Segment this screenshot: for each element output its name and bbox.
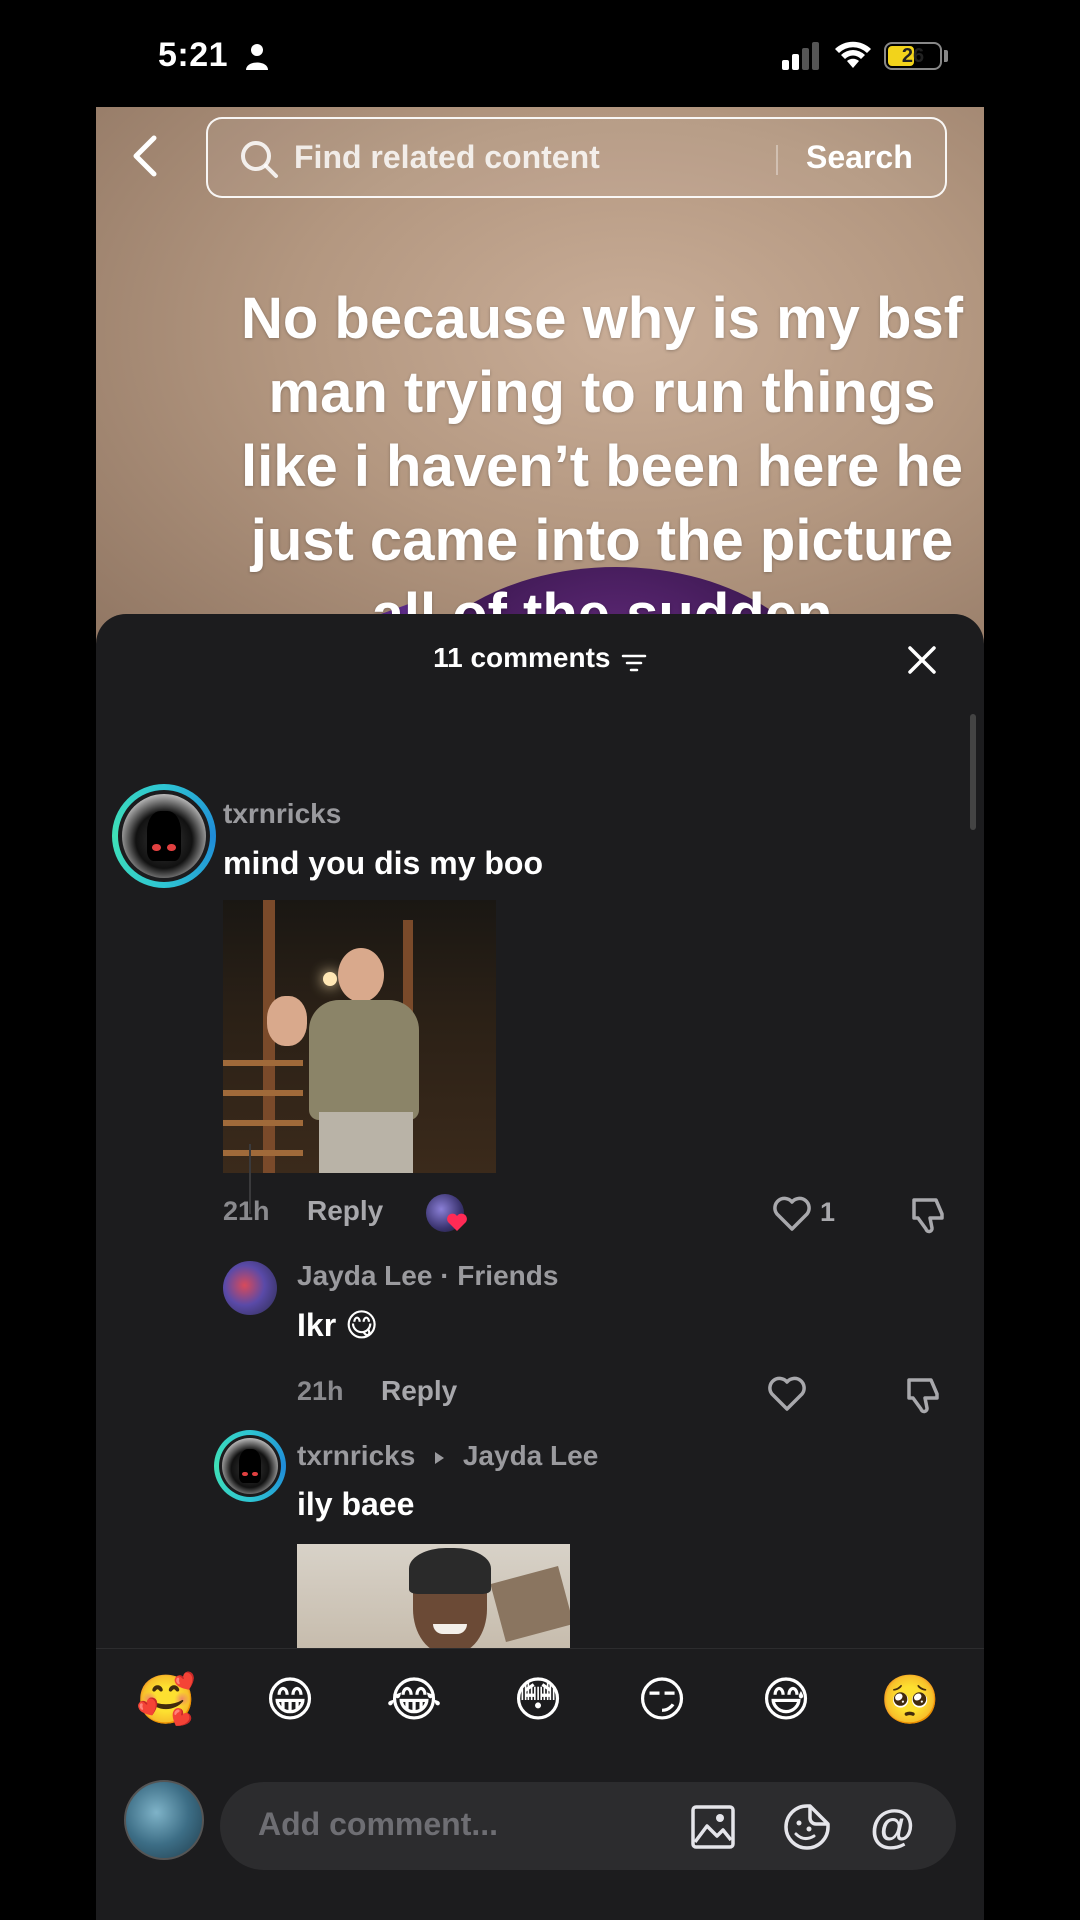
comment-text: mind you dis my boo [223,845,544,881]
comment-username[interactable]: txrnricks Jayda Lee [297,1440,598,1472]
battery-tip [944,50,948,62]
battery-level: 26 [901,45,925,67]
battery-icon: 26 [884,42,942,70]
comment-time: 21h [223,1196,270,1226]
avatar[interactable] [223,1261,277,1315]
search-button[interactable]: Search [806,139,913,176]
search-icon [241,141,278,178]
heart-badge-icon [447,1213,467,1231]
at-icon[interactable]: @ [870,1800,915,1852]
comments-list[interactable]: txrnricks mind you dis my boo 21h Reply … [96,614,984,1648]
comment-username[interactable]: txrnricks [223,798,341,830]
comment-photo[interactable] [297,1544,570,1648]
emoji-smiling-hearts[interactable]: 🥰 [136,1671,196,1731]
heart-icon[interactable] [772,1194,812,1232]
emoji-tears-of-joy[interactable]: 😂 [384,1671,444,1731]
comment-input[interactable]: Add comment... @ [220,1782,956,1870]
comment-input-placeholder: Add comment... [258,1806,499,1842]
emoji-quick-bar: 🥰 😁 😂 😳 😏 😅 🥺 [96,1648,984,1748]
emoji-sweat-smile[interactable]: 😅 [756,1671,816,1731]
comment-username[interactable]: Jayda Lee · Friends [297,1260,558,1292]
comment-text: ily baee [297,1486,415,1522]
dislike-icon[interactable] [908,1194,948,1234]
comment-text: Ikr 😋 [297,1307,379,1343]
sort-icon[interactable] [621,652,647,674]
status-time: 5:21 [158,36,229,74]
search-bar[interactable]: Find related content Search [206,117,947,198]
heart-icon[interactable] [767,1374,807,1412]
reply-to-username[interactable]: Jayda Lee [463,1440,598,1471]
search-divider [776,145,778,175]
wifi-icon [835,41,871,68]
comments-header[interactable]: 11 comments [96,642,984,674]
friends-label: · Friends [432,1260,559,1291]
reply-username[interactable]: txrnricks [297,1440,415,1471]
comment-input-row: Add comment... @ [96,1748,984,1920]
liked-by-avatar [426,1194,467,1232]
comment-count: 11 comments [433,642,611,673]
cellular-signal-icon [782,42,819,70]
emoji-smirk[interactable]: 😏 [632,1671,692,1731]
dislike-icon[interactable] [903,1374,943,1414]
sticker-icon[interactable] [782,1802,832,1852]
reply-button[interactable]: Reply [307,1195,383,1227]
reply-username[interactable]: Jayda Lee [297,1260,432,1291]
comments-sheet: txrnricks mind you dis my boo 21h Reply … [96,614,984,1920]
comment-time: 21h [297,1376,344,1406]
close-icon[interactable] [906,644,938,676]
avatar[interactable] [124,1780,204,1860]
back-arrow-icon[interactable] [126,134,166,178]
status-bar: 5:21 26 [0,0,1080,107]
emoji-grin[interactable]: 😁 [260,1671,320,1731]
person-icon [246,44,268,70]
avatar[interactable] [214,1430,286,1502]
avatar[interactable] [112,784,216,888]
left-letterbox [0,107,96,1920]
right-letterbox [984,107,1080,1920]
emoji-pleading[interactable]: 🥺 [880,1671,940,1731]
search-input[interactable]: Find related content [294,139,600,176]
emoji-flushed[interactable]: 😳 [508,1671,568,1731]
comment-photo[interactable] [223,900,496,1173]
thread-line [249,1144,251,1214]
video-caption: No because why is my bsf man trying to r… [240,286,964,647]
scrollbar[interactable] [970,714,976,830]
caret-right-icon [435,1451,445,1464]
reply-button[interactable]: Reply [381,1375,457,1407]
image-icon[interactable] [690,1804,736,1850]
like-count: 1 [820,1197,836,1227]
